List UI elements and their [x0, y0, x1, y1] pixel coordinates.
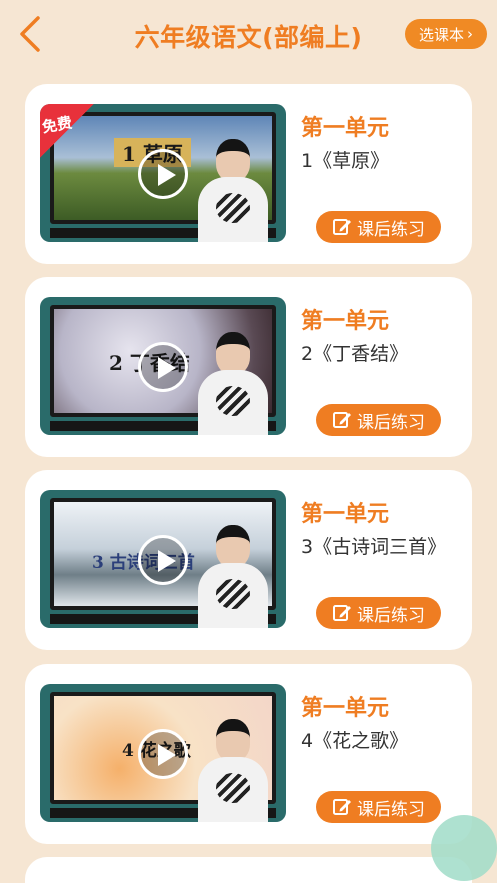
lesson-card-partial[interactable] — [25, 857, 472, 883]
edit-icon — [333, 799, 351, 815]
edit-icon — [333, 412, 351, 428]
practice-label: 课后练习 — [357, 605, 425, 626]
practice-button[interactable]: 课后练习 — [316, 791, 441, 823]
practice-button[interactable]: 课后练习 — [316, 211, 441, 243]
practice-label: 课后练习 — [357, 799, 425, 820]
lesson-card[interactable]: 4 花之歌 第一单元 4《花之歌》 课后练习 — [25, 664, 472, 844]
select-textbook-button[interactable]: 选课本 › — [405, 19, 487, 49]
lesson-title[interactable]: 4《花之歌》 — [301, 726, 461, 757]
teacher-image — [198, 717, 268, 822]
free-badge: 免费 — [40, 104, 94, 158]
select-textbook-label: 选课本 — [418, 25, 464, 44]
lesson-title[interactable]: 2《丁香结》 — [301, 339, 461, 370]
chevron-right-icon: › — [467, 25, 473, 43]
teacher-image — [198, 137, 268, 242]
edit-icon — [333, 219, 351, 235]
play-icon[interactable] — [138, 342, 188, 392]
play-icon[interactable] — [138, 149, 188, 199]
lesson-title[interactable]: 1《草原》 — [301, 146, 461, 177]
lesson-card[interactable]: 1 草原 免费 第一单元 1《草原》 课后练习 — [25, 84, 472, 264]
teacher-image — [198, 523, 268, 628]
unit-label: 第一单元 — [301, 696, 390, 721]
play-icon[interactable] — [138, 729, 188, 779]
play-icon[interactable] — [138, 535, 188, 585]
practice-label: 课后练习 — [357, 219, 425, 240]
unit-label: 第一单元 — [301, 116, 390, 141]
practice-label: 课后练习 — [357, 412, 425, 433]
free-badge-label: 免费 — [40, 113, 74, 137]
lesson-card[interactable]: 3 古诗词三首 第一单元 3《古诗词三首》 课后练习 — [25, 470, 472, 650]
floating-action-button[interactable] — [431, 815, 497, 881]
practice-button[interactable]: 课后练习 — [316, 404, 441, 436]
video-thumbnail[interactable]: 1 草原 免费 — [40, 104, 286, 242]
video-thumbnail[interactable]: 3 古诗词三首 — [40, 490, 286, 628]
top-bar: 六年级语文(部编上) 选课本 › — [0, 0, 497, 70]
lesson-title[interactable]: 3《古诗词三首》 — [301, 532, 461, 563]
video-thumbnail[interactable]: 4 花之歌 — [40, 684, 286, 822]
video-thumbnail[interactable]: 2 丁香结 — [40, 297, 286, 435]
unit-label: 第一单元 — [301, 502, 390, 527]
practice-button[interactable]: 课后练习 — [316, 597, 441, 629]
unit-label: 第一单元 — [301, 309, 390, 334]
lesson-card[interactable]: 2 丁香结 第一单元 2《丁香结》 课后练习 — [25, 277, 472, 457]
teacher-image — [198, 330, 268, 435]
edit-icon — [333, 605, 351, 621]
